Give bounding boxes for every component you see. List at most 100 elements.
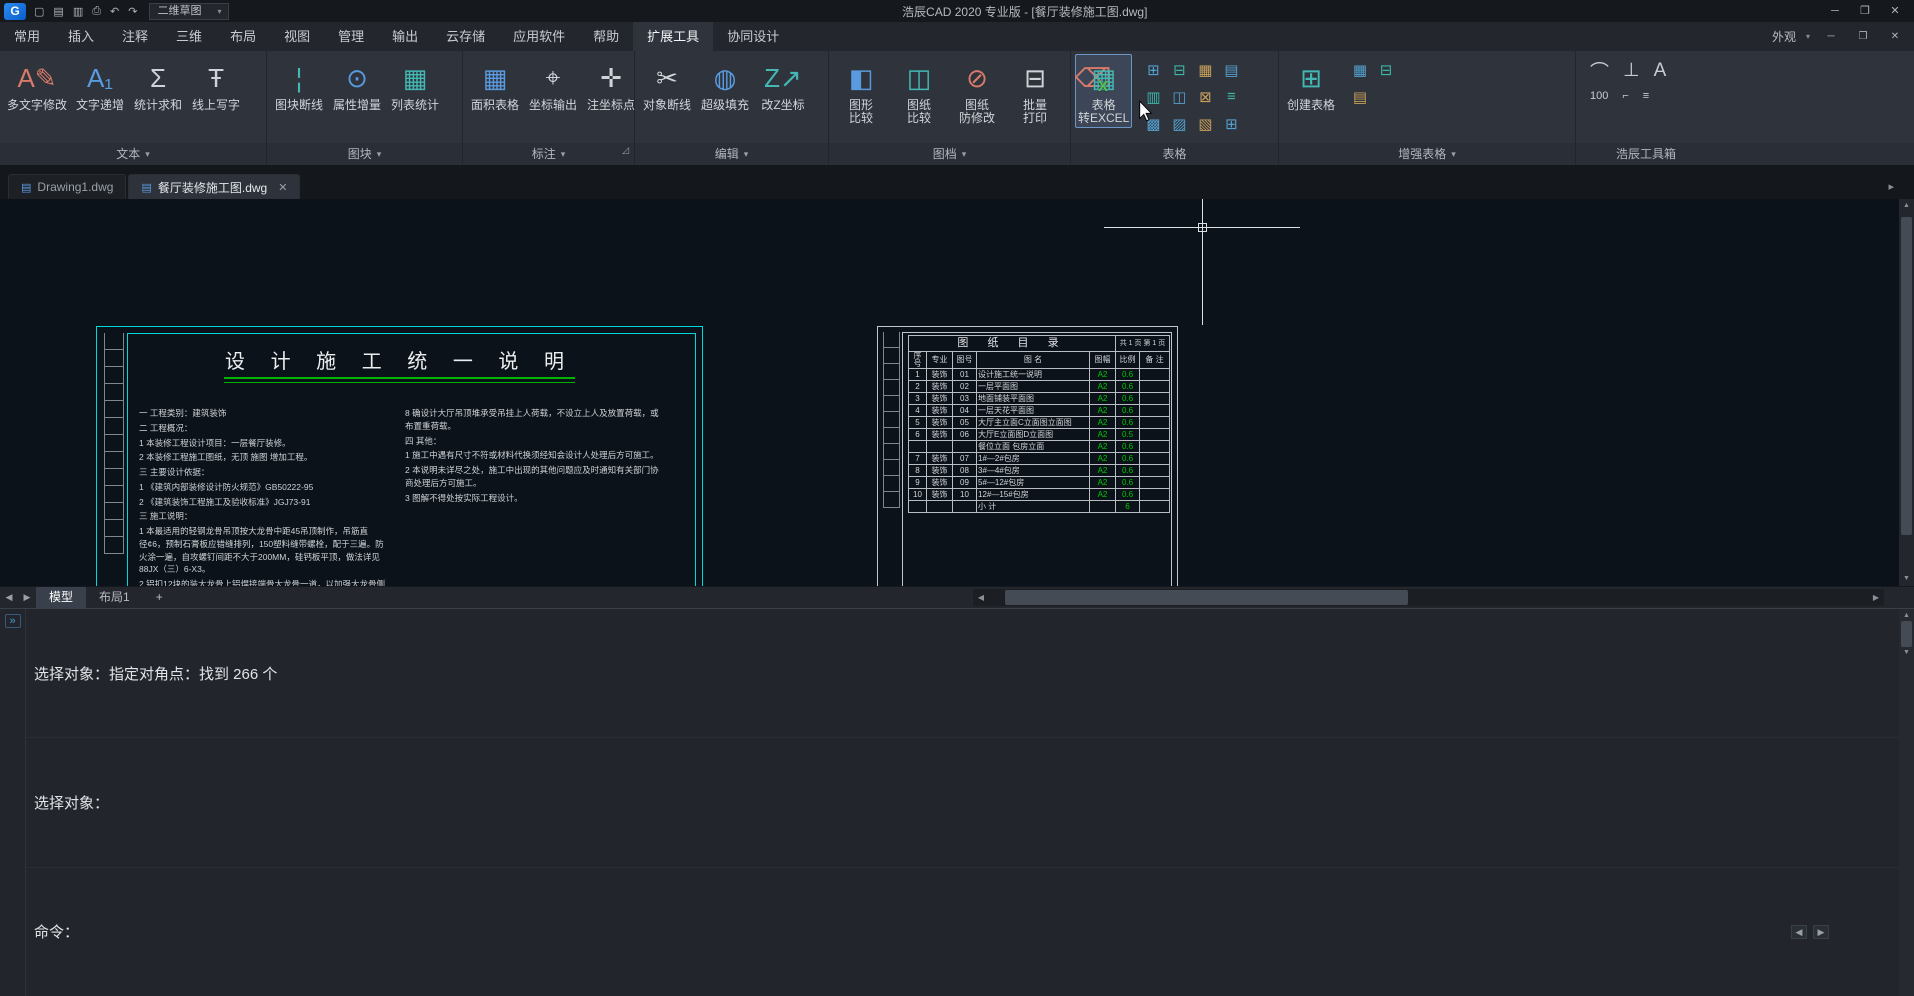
vertical-scrollbar[interactable]: ▲ ▼ xyxy=(1899,199,1914,586)
doc-close-button[interactable]: ✕ xyxy=(1884,27,1906,47)
coordinate-output-button[interactable]: ⌖ 坐标输出 xyxy=(525,54,581,115)
ribbon-tab[interactable]: 输出 xyxy=(378,22,432,51)
panel-footer-text[interactable]: 文本▾ xyxy=(0,143,266,165)
drawing-compare-button[interactable]: ◧ 图形 比较 xyxy=(833,54,889,128)
ribbon-tab[interactable]: 插入 xyxy=(54,22,108,51)
insert-table-icon[interactable]: ⊞ xyxy=(1140,56,1166,83)
table-fill-icon[interactable]: ▨ xyxy=(1166,110,1192,137)
perpendicular-tool-icon[interactable]: ⊥ xyxy=(1623,59,1640,82)
text-tool-icon[interactable]: A xyxy=(1654,60,1667,82)
horizontal-scrollbar[interactable]: ◀ ▶ xyxy=(973,589,1884,606)
scroll-right-icon[interactable]: ▶ xyxy=(1868,593,1884,602)
corner-tool-icon[interactable]: ⌐ xyxy=(1622,90,1628,102)
app-logo-icon[interactable]: G xyxy=(4,3,26,20)
table-edit-icon[interactable]: ▩ xyxy=(1140,110,1166,137)
split-cell-icon[interactable]: ▦ xyxy=(1192,56,1218,83)
ribbon-tab[interactable]: 注释 xyxy=(108,22,162,51)
save-icon[interactable]: ▥ xyxy=(73,5,83,18)
open-file-icon[interactable]: ▤ xyxy=(53,5,63,18)
scroll-up-icon[interactable]: ▲ xyxy=(1903,612,1910,619)
scale-100-icon[interactable]: 100 xyxy=(1590,90,1608,102)
doc-tab-active[interactable]: ▤ 餐厅装修施工图.dwg ✕ xyxy=(128,174,300,199)
object-break-button[interactable]: ✂ 对象断线 xyxy=(639,54,695,115)
ribbon-tab[interactable]: 管理 xyxy=(324,22,378,51)
command-next-icon[interactable]: ▶ xyxy=(1813,925,1829,939)
multi-text-edit-button[interactable]: A✎ 多文字修改 xyxy=(4,54,70,115)
etable-text-icon[interactable]: ▤ xyxy=(1347,83,1373,110)
text-on-line-button[interactable]: Ŧ 线上写字 xyxy=(188,54,244,115)
attribute-increment-button[interactable]: ⊙ 属性增量 xyxy=(329,54,385,115)
super-hatch-button[interactable]: ◍ 超级填充 xyxy=(697,54,753,115)
tab-overflow-button[interactable]: ▸ xyxy=(1888,180,1894,193)
close-tab-icon[interactable]: ✕ xyxy=(278,181,287,194)
merge-cells-icon[interactable]: ⊟ xyxy=(1166,56,1192,83)
etable-merge-icon[interactable]: ⊟ xyxy=(1373,56,1399,83)
list-statistics-button[interactable]: ▦ 列表统计 xyxy=(387,54,443,115)
delete-column-icon[interactable]: ⊠ xyxy=(1192,83,1218,110)
new-file-icon[interactable]: ▢ xyxy=(34,5,44,18)
command-prompt-icon[interactable]: » xyxy=(5,614,21,628)
undo-icon[interactable]: ↶ xyxy=(110,5,119,18)
horizontal-scroll-thumb[interactable] xyxy=(1005,590,1408,605)
add-column-icon[interactable]: ▥ xyxy=(1140,83,1166,110)
create-table-button[interactable]: ⊞ 创建表格 xyxy=(1283,54,1339,115)
block-break-button[interactable]: ¦ 图块断线 xyxy=(271,54,327,115)
scroll-down-icon[interactable]: ▼ xyxy=(1903,572,1910,586)
scroll-up-icon[interactable]: ▲ xyxy=(1903,199,1910,213)
close-button[interactable]: ✕ xyxy=(1880,1,1910,21)
ribbon-tab[interactable]: 常用 xyxy=(0,22,54,51)
text-increment-button[interactable]: A₁ 文字递增 xyxy=(72,54,128,115)
area-table-button[interactable]: ▦ 面积表格 xyxy=(467,54,523,115)
command-prev-icon[interactable]: ◀ xyxy=(1791,925,1807,939)
scroll-left-icon[interactable]: ◀ xyxy=(973,593,989,602)
ribbon-tab[interactable]: 应用软件 xyxy=(499,22,579,51)
table-export-icon[interactable]: ⊞ xyxy=(1218,110,1244,137)
equal-rows-icon[interactable]: ≡ xyxy=(1218,83,1244,110)
panel-footer-dim[interactable]: 标注▾ ◿ xyxy=(463,143,634,165)
list-tool-icon[interactable]: ≡ xyxy=(1643,90,1649,102)
drawing-canvas[interactable]: 设 计 施 工 统 一 说 明 一 工程类别：建筑装饰二 工程概况：1 本装修工… xyxy=(0,199,1914,586)
panel-footer-edit[interactable]: 编辑▾ xyxy=(635,143,828,165)
panel-footer-block[interactable]: 图块▾ xyxy=(267,143,462,165)
batch-print-button[interactable]: ⊟ 批量 打印 xyxy=(1007,54,1063,128)
ribbon-tab[interactable]: 帮助 xyxy=(579,22,633,51)
add-row-icon[interactable]: ▤ xyxy=(1218,56,1244,83)
maximize-button[interactable]: ❐ xyxy=(1850,1,1880,21)
appearance-menu[interactable]: 外观 xyxy=(1772,28,1796,45)
scroll-down-icon[interactable]: ▼ xyxy=(1903,649,1910,656)
vertical-scroll-thumb[interactable] xyxy=(1901,217,1912,535)
sum-statistics-button[interactable]: Σ 统计求和 xyxy=(130,54,186,115)
ribbon-tab[interactable]: 三维 xyxy=(162,22,216,51)
command-scroll-thumb[interactable] xyxy=(1901,621,1912,647)
add-layout-button[interactable]: + xyxy=(143,587,176,608)
doc-minimize-button[interactable]: ─ xyxy=(1820,27,1842,47)
print-icon[interactable]: ⎙ xyxy=(92,5,101,18)
layout-scroll-right-icon[interactable]: ▶ xyxy=(18,592,36,603)
ribbon-tab[interactable]: 扩展工具 xyxy=(633,22,713,51)
delete-row-icon[interactable]: ◫ xyxy=(1166,83,1192,110)
panel-footer-toolbox[interactable]: 浩辰工具箱 xyxy=(1576,143,1914,165)
arc-tool-icon[interactable]: ⌒ xyxy=(1590,57,1609,84)
command-scrollbar[interactable]: ▲ ▼ xyxy=(1899,609,1914,996)
tab-model[interactable]: 模型 xyxy=(36,587,86,608)
change-z-button[interactable]: Z↗ 改Z坐标 xyxy=(755,54,811,115)
workspace-selector[interactable]: 二维草图 ▾ xyxy=(149,3,229,20)
table-align-icon[interactable]: ▧ xyxy=(1192,110,1218,137)
dialog-launcher-icon[interactable]: ◿ xyxy=(622,140,629,161)
etable-cell-icon[interactable]: ▦ xyxy=(1347,56,1373,83)
sheet-compare-button[interactable]: ◫ 图纸 比较 xyxy=(891,54,947,128)
redo-icon[interactable]: ↷ xyxy=(128,5,137,18)
ribbon-tab[interactable]: 视图 xyxy=(270,22,324,51)
command-input-line[interactable]: 命令： ◀ ▶ xyxy=(26,867,1899,996)
layout-scroll-left-icon[interactable]: ◀ xyxy=(0,592,18,603)
tab-layout1[interactable]: 布局1 xyxy=(86,587,143,608)
panel-footer-etable[interactable]: 增强表格▾ xyxy=(1279,143,1575,165)
panel-footer-table[interactable]: 表格 xyxy=(1071,143,1278,165)
doc-tab-drawing1[interactable]: ▤ Drawing1.dwg xyxy=(8,174,126,199)
annotate-coordinate-button[interactable]: ✛ 注坐标点 xyxy=(583,54,639,115)
ribbon-tab[interactable]: 协同设计 xyxy=(713,22,793,51)
sheet-protect-button[interactable]: ⊘ 图纸 防修改 xyxy=(949,54,1005,128)
ribbon-tab[interactable]: 布局 xyxy=(216,22,270,51)
panel-footer-doc[interactable]: 图档▾ xyxy=(829,143,1070,165)
minimize-button[interactable]: ─ xyxy=(1820,1,1850,21)
